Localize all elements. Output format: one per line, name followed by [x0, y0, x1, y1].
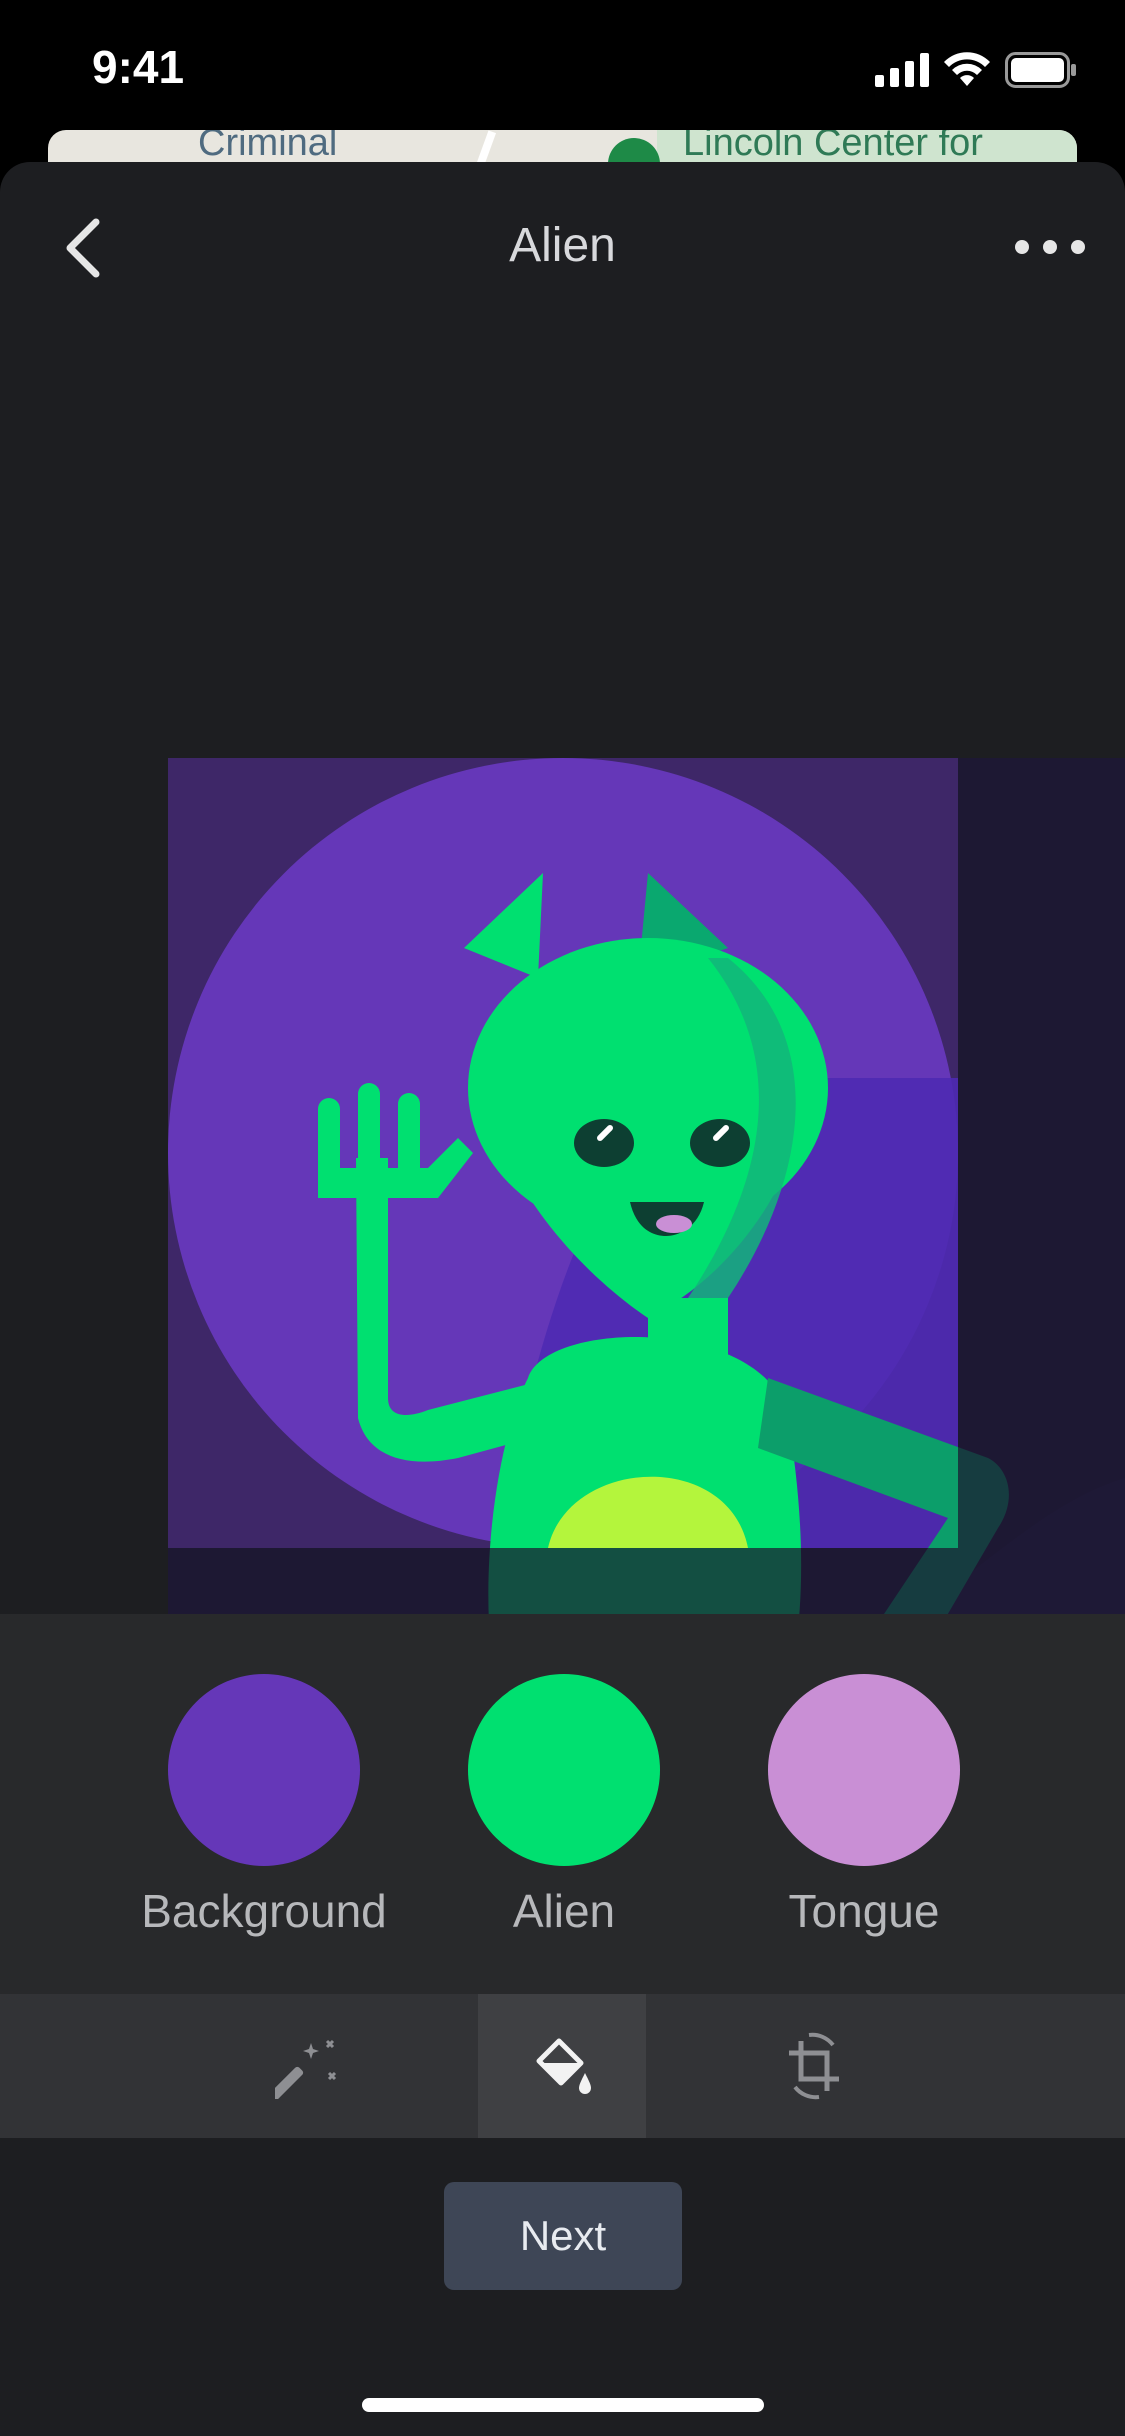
- edit-toolbar: [0, 1994, 1125, 2138]
- magic-wand-icon: [275, 2039, 337, 2099]
- more-options-button[interactable]: [1015, 222, 1085, 272]
- fill-tool-button[interactable]: [478, 1994, 646, 2138]
- crop-rotate-icon: [789, 2032, 839, 2100]
- color-swatch-panel: Background Alien Tongue: [0, 1614, 1125, 1994]
- more-dot: [1071, 240, 1085, 254]
- alien-eye-right: [690, 1119, 750, 1167]
- wifi-icon: [944, 52, 990, 86]
- status-time: 9:41: [92, 41, 185, 93]
- swatch-tongue[interactable]: [768, 1674, 960, 1866]
- next-button[interactable]: Next: [444, 2182, 682, 2290]
- bottom-area: Next: [0, 2138, 1125, 2436]
- home-indicator[interactable]: [362, 2398, 764, 2412]
- editor-sheet: Alien Background Alien Tongue Next: [0, 162, 1125, 2436]
- cellular-signal-icon: [875, 53, 929, 87]
- alien-eye-left: [574, 1119, 634, 1167]
- crop-rotate-tool-button[interactable]: [730, 1994, 898, 2138]
- more-dot: [1043, 240, 1057, 254]
- swatch-background[interactable]: [168, 1674, 360, 1866]
- battery-icon: [1005, 52, 1076, 88]
- more-dot: [1015, 240, 1029, 254]
- page-title: Alien: [509, 219, 616, 272]
- top-bar: Alien: [0, 162, 1125, 332]
- swatch-label-tongue: Tongue: [788, 1885, 940, 1937]
- swatch-alien[interactable]: [468, 1674, 660, 1866]
- canvas-area: [0, 332, 1125, 1778]
- map-label-right: Lincoln Center for: [683, 130, 983, 164]
- paint-bucket-icon: [536, 2038, 591, 2094]
- magic-tool-button[interactable]: [224, 1994, 392, 2138]
- map-label-left: Criminal: [198, 130, 338, 164]
- status-bar: 9:41: [0, 0, 1125, 132]
- alien-artwork[interactable]: [168, 758, 1125, 1754]
- swatch-label-alien: Alien: [512, 1885, 616, 1937]
- alien-tongue: [656, 1215, 692, 1233]
- status-icons: [875, 50, 1077, 90]
- swatch-label-background: Background: [141, 1885, 387, 1937]
